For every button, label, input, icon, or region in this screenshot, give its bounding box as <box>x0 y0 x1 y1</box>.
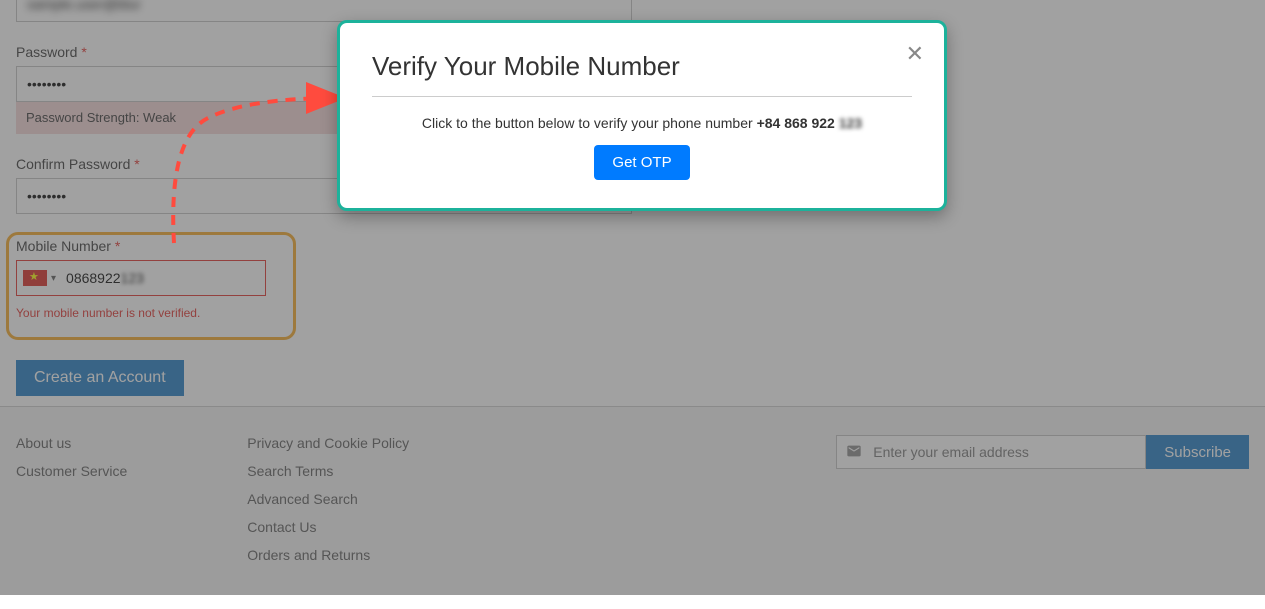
get-otp-button[interactable]: Get OTP <box>594 145 689 180</box>
modal-body: Click to the button below to verify your… <box>372 97 912 180</box>
modal-text: Click to the button below to verify your… <box>422 115 757 131</box>
verify-mobile-modal: ✕ Verify Your Mobile Number Click to the… <box>337 20 947 211</box>
modal-title: Verify Your Mobile Number <box>372 51 912 97</box>
modal-phone: +84 868 922 123 <box>757 115 863 131</box>
close-icon[interactable]: ✕ <box>906 41 924 67</box>
